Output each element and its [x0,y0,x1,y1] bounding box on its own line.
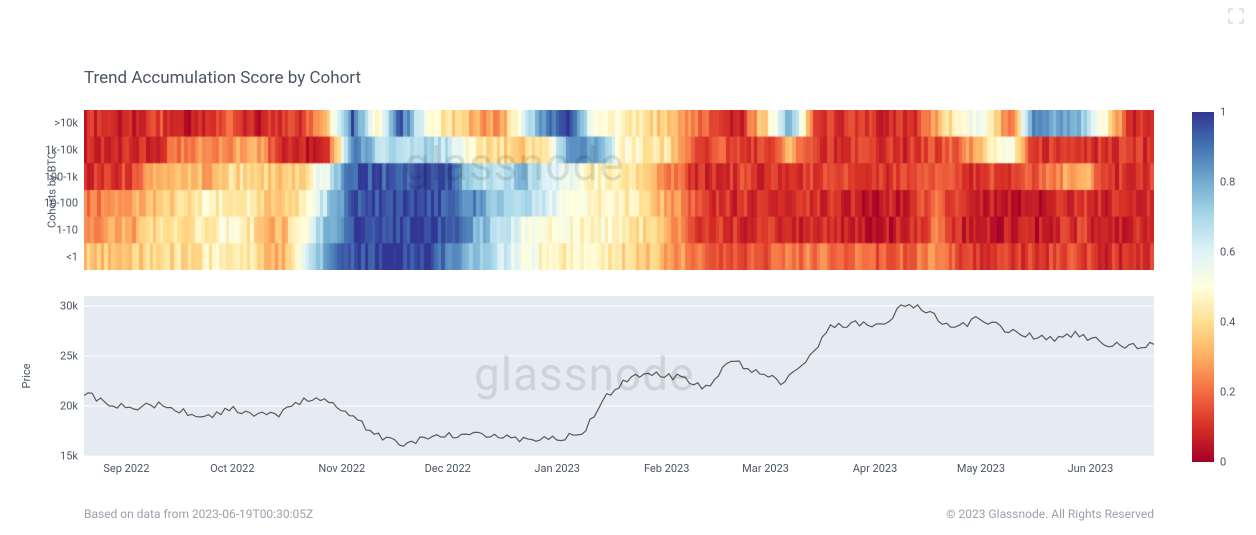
expand-icon[interactable] [1228,8,1244,24]
x-axis-tick: Apr 2023 [853,462,898,475]
x-axis-tick: Jan 2023 [534,462,580,475]
heatmap-y-tick: 100-1k [45,170,78,183]
x-axis-tick: Dec 2022 [425,462,471,475]
heatmap-chart[interactable]: Cohorts by BTC glassnode >10k1k-10k100-1… [84,110,1154,270]
plot-area: Cohorts by BTC glassnode >10k1k-10k100-1… [84,110,1154,490]
colorbar-tick: 0 [1220,456,1226,469]
x-axis-tick: Mar 2023 [742,462,789,475]
price-y-tick: 20k [60,400,78,413]
heatmap-y-axis-label: Cohorts by BTC [46,152,59,228]
heatmap-y-tick: 10-100 [44,197,78,210]
colorbar-tick: 0.8 [1220,176,1235,189]
data-timestamp: Based on data from 2023-06-19T00:30:05Z [84,507,313,521]
colorbar-tick: 1 [1220,106,1226,119]
heatmap-y-tick: 1k-10k [45,144,78,157]
x-axis-tick: Nov 2022 [318,462,365,475]
price-y-tick: 15k [60,450,78,463]
price-chart[interactable]: Price glassnode 30k25k20k15k [84,296,1154,456]
chart-title: Trend Accumulation Score by Cohort [84,68,361,88]
price-y-axis-label: Price [20,364,33,389]
price-y-tick: 25k [60,350,78,363]
colorbar: 10.80.60.40.20 [1192,112,1214,462]
colorbar-tick: 0.6 [1220,246,1235,259]
x-axis-tick: May 2023 [957,462,1005,475]
x-axis-tick: Sep 2022 [103,462,149,475]
x-axis-tick: Jun 2023 [1068,462,1114,475]
heatmap-y-tick: 1-10 [56,224,78,237]
heatmap-y-tick: <1 [66,250,78,263]
x-axis: Sep 2022 Oct 2022 Nov 2022 Dec 2022 Jan 2023… [84,456,1154,480]
heatmap-y-tick: >10k [54,117,78,130]
price-y-tick: 30k [60,300,78,313]
copyright: © 2023 Glassnode. All Rights Reserved [946,507,1154,521]
x-axis-tick: Oct 2022 [210,462,254,475]
colorbar-tick: 0.2 [1220,386,1235,399]
x-axis-tick: Feb 2023 [644,462,689,475]
colorbar-tick: 0.4 [1220,316,1235,329]
